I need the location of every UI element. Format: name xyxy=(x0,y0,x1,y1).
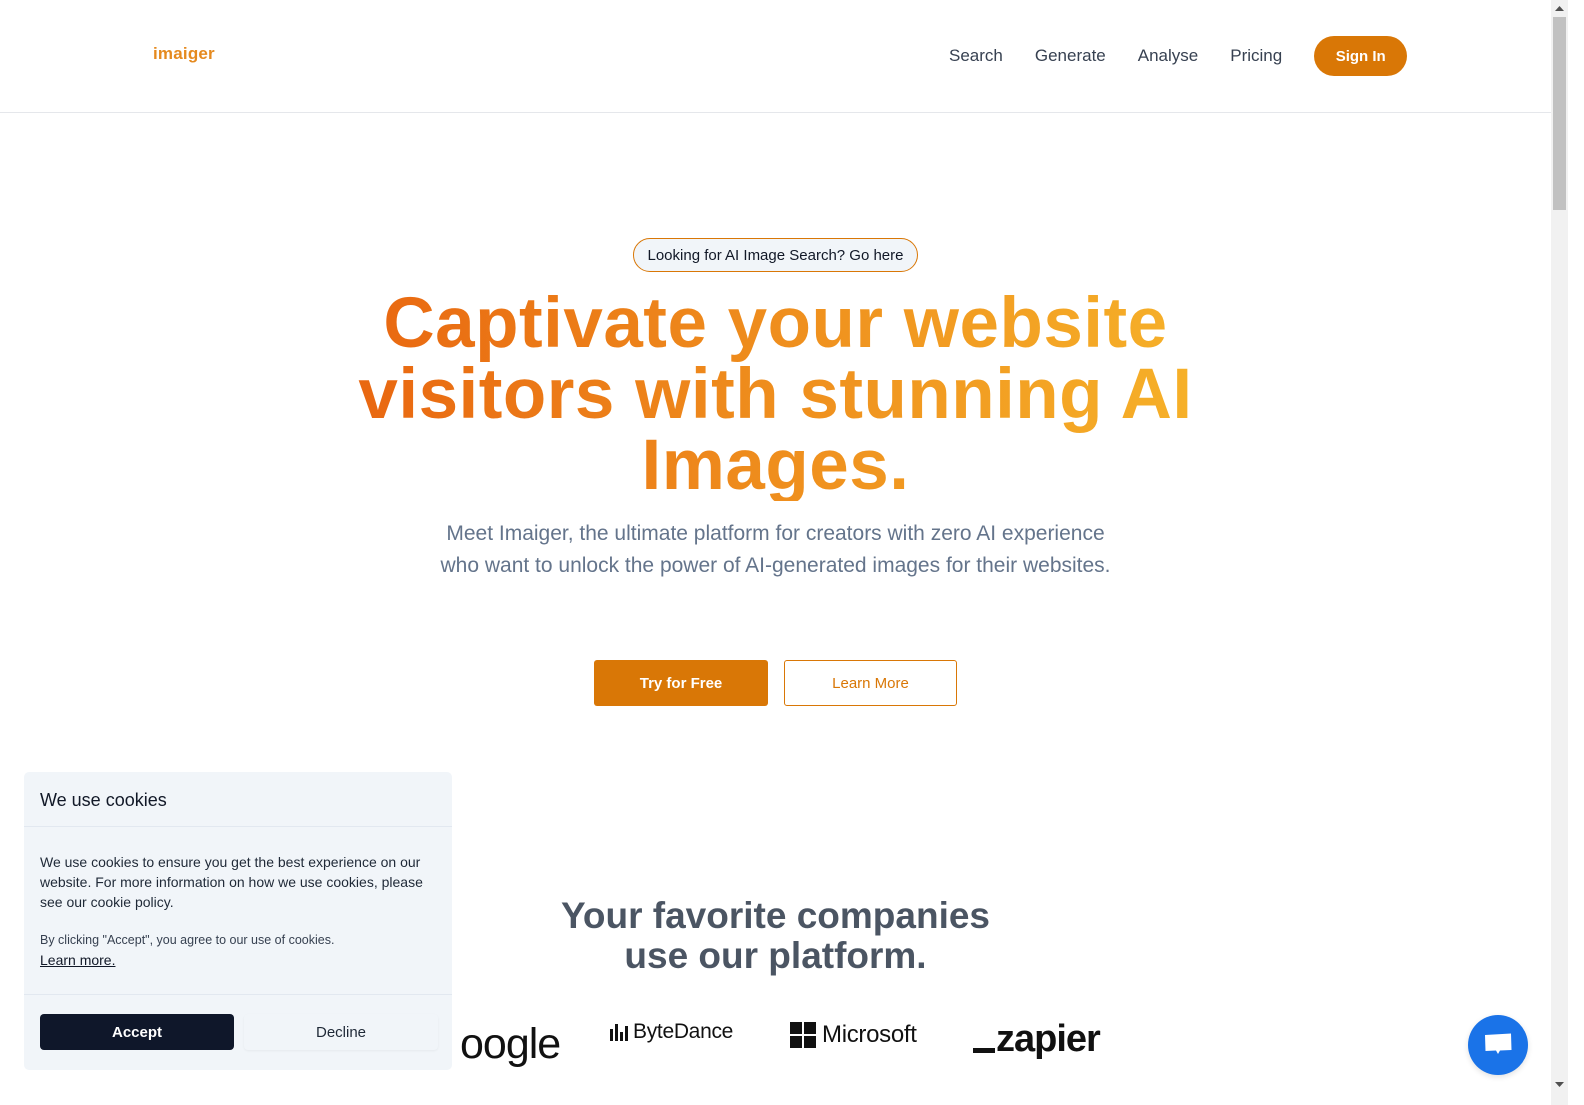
try-for-free-button[interactable]: Try for Free xyxy=(594,660,768,706)
bytedance-bars-icon xyxy=(610,1023,628,1041)
scroll-up-arrow-icon[interactable] xyxy=(1551,0,1568,17)
headline-line-1: Captivate your website xyxy=(383,284,1168,363)
hero-headline: Captivate your website visitors with stu… xyxy=(300,288,1251,501)
page: imaiger Search Generate Analyse Pricing … xyxy=(0,0,1551,1105)
cookie-banner-note: By clicking "Accept", you agree to our u… xyxy=(40,933,335,947)
nav-search[interactable]: Search xyxy=(949,46,1003,66)
companies-title-line-1: Your favorite companies xyxy=(560,895,991,936)
brand-logo[interactable]: imaiger xyxy=(153,44,215,64)
hero-subtitle: Meet Imaiger, the ultimate platform for … xyxy=(440,522,1111,577)
nav-analyse[interactable]: Analyse xyxy=(1138,46,1198,66)
zapier-underscore-icon xyxy=(973,1048,995,1053)
main-nav: Search Generate Analyse Pricing Sign In xyxy=(949,36,1408,76)
site-header: imaiger Search Generate Analyse Pricing … xyxy=(0,0,1551,113)
companies-title: Your favorite companies use our platform… xyxy=(500,896,1051,976)
divider xyxy=(24,826,452,827)
scroll-down-arrow-icon[interactable] xyxy=(1551,1076,1568,1093)
divider xyxy=(24,994,452,995)
bytedance-logo: ByteDance xyxy=(610,1020,733,1044)
companies-title-line-2: use our platform. xyxy=(624,935,927,976)
cookie-banner: We use cookies We use cookies to ensure … xyxy=(24,772,452,1070)
accept-cookies-button[interactable]: Accept xyxy=(40,1014,234,1050)
cookie-banner-body: We use cookies to ensure you get the bes… xyxy=(40,854,423,910)
scrollbar-thumb[interactable] xyxy=(1553,17,1566,210)
chat-widget-button[interactable] xyxy=(1468,1015,1528,1075)
bytedance-logo-text: ByteDance xyxy=(633,1020,734,1043)
cookie-learn-more-link[interactable]: Learn more. xyxy=(40,952,115,968)
google-logo: oogle xyxy=(460,1020,561,1069)
ai-search-pill-link[interactable]: Looking for AI Image Search? Go here xyxy=(633,238,918,272)
nav-generate[interactable]: Generate xyxy=(1035,46,1106,66)
zapier-logo: zapier xyxy=(973,1018,1101,1061)
vertical-scrollbar[interactable] xyxy=(1551,0,1568,1105)
learn-more-button[interactable]: Learn More xyxy=(784,660,957,706)
google-logo-text: oogle xyxy=(460,1020,561,1068)
microsoft-grid-icon xyxy=(790,1022,816,1048)
window-edge xyxy=(1568,0,1584,1105)
chat-bubble-icon xyxy=(1485,1033,1512,1054)
microsoft-logo: Microsoft xyxy=(790,1021,917,1049)
nav-pricing[interactable]: Pricing xyxy=(1230,46,1282,66)
sign-in-button[interactable]: Sign In xyxy=(1314,36,1408,76)
microsoft-logo-text: Microsoft xyxy=(822,1021,917,1048)
headline-line-3: Images. xyxy=(641,426,910,505)
zapier-logo-text: zapier xyxy=(996,1018,1101,1060)
headline-line-2: visitors with stunning AI xyxy=(358,355,1193,434)
company-logos: oogle ByteDance Microsoft zapier xyxy=(460,1018,1120,1070)
cookie-banner-title: We use cookies xyxy=(40,790,167,810)
decline-cookies-button[interactable]: Decline xyxy=(244,1014,438,1050)
